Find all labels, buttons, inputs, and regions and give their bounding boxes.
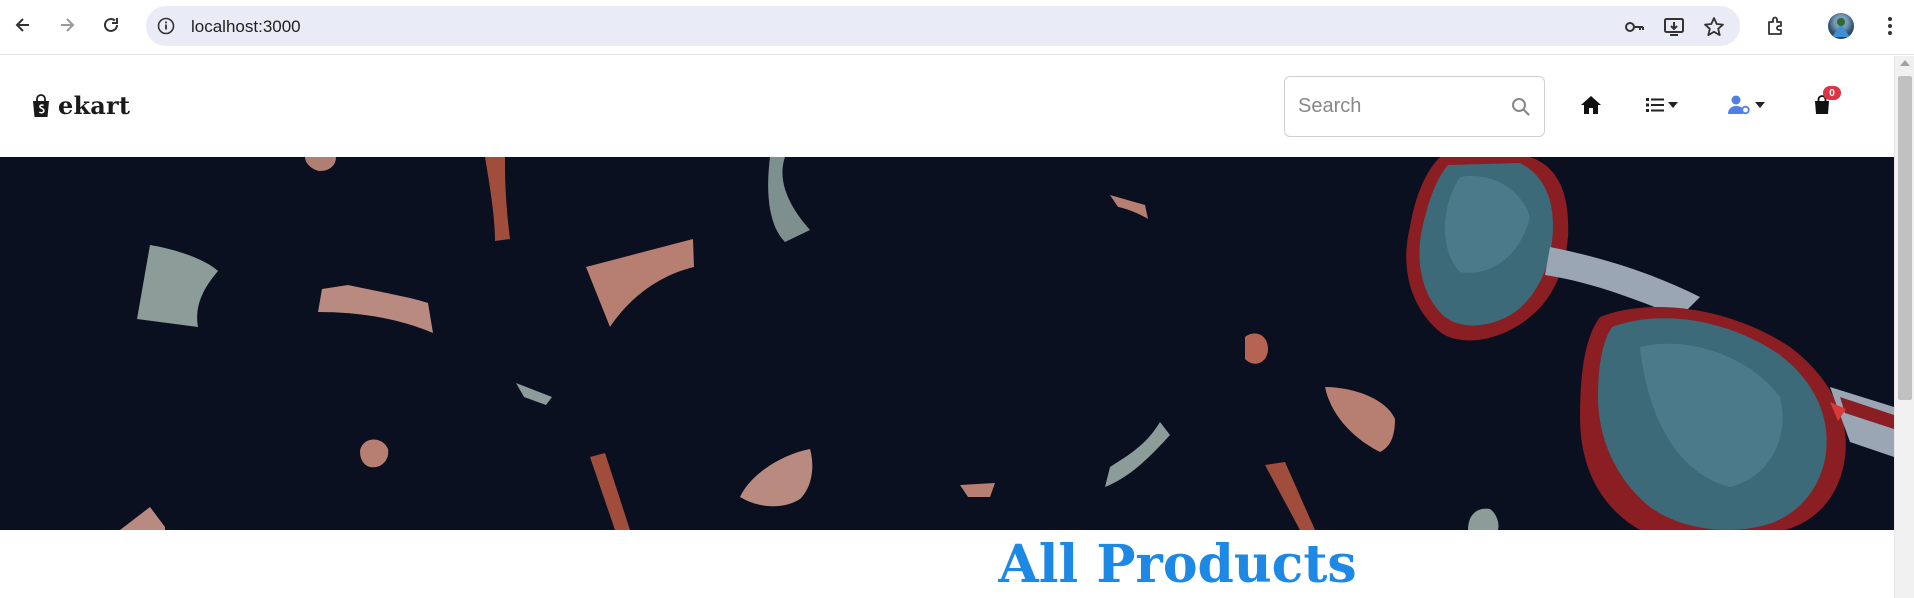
scroll-up-arrow-icon[interactable] — [1900, 60, 1910, 66]
info-icon[interactable] — [156, 16, 176, 36]
address-bar[interactable]: localhost:3000 — [146, 6, 1740, 46]
scrollbar-thumb[interactable] — [1898, 76, 1912, 400]
user-menu-dropdown[interactable] — [1727, 92, 1765, 118]
confetti-shapes — [120, 157, 1499, 530]
brand-name: ekart — [58, 91, 131, 120]
kebab-menu-icon[interactable] — [1876, 12, 1904, 40]
forward-arrow-icon[interactable] — [54, 12, 80, 38]
user-cog-icon — [1728, 95, 1750, 115]
key-icon[interactable] — [1622, 15, 1646, 39]
vertical-scrollbar[interactable] — [1894, 56, 1914, 598]
list-icon — [1646, 98, 1664, 112]
extensions-icon[interactable] — [1762, 12, 1790, 40]
reload-icon[interactable] — [98, 12, 124, 38]
url-text[interactable]: localhost:3000 — [191, 17, 301, 37]
chevron-down-icon — [1668, 102, 1678, 108]
sunglasses-illustration — [1406, 157, 1894, 530]
confetti-sunglasses-illustration — [120, 157, 1894, 530]
site-header: ekart Search 0 — [0, 56, 1894, 157]
page-title: All Products — [998, 534, 1357, 595]
page-viewport: ekart Search 0 All Products — [0, 56, 1894, 598]
shopify-bag-icon — [33, 93, 49, 117]
cart-count-badge: 0 — [1823, 86, 1841, 100]
cart-button[interactable]: 0 — [1813, 86, 1841, 118]
search-input[interactable] — [1285, 77, 1495, 136]
brand-logo[interactable]: ekart — [30, 91, 130, 120]
hero-banner — [0, 157, 1894, 530]
home-icon[interactable] — [1580, 92, 1602, 118]
chevron-down-icon — [1755, 102, 1765, 108]
back-arrow-icon[interactable] — [10, 12, 36, 38]
browser-toolbar: localhost:3000 — [0, 0, 1914, 55]
star-icon[interactable] — [1702, 15, 1726, 39]
search-box — [1284, 76, 1545, 137]
search-icon[interactable] — [1509, 95, 1533, 119]
install-icon[interactable] — [1662, 15, 1686, 39]
profile-avatar[interactable] — [1828, 13, 1854, 39]
categories-dropdown[interactable] — [1646, 92, 1678, 118]
